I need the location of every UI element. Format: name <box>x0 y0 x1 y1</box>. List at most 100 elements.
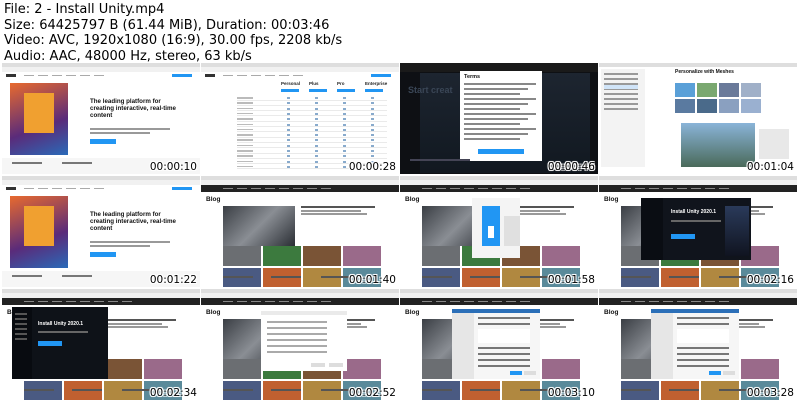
feature-label <box>237 160 253 163</box>
nav-link <box>450 187 460 189</box>
card-title <box>621 389 651 391</box>
row-divider <box>237 120 387 122</box>
feature-check <box>343 134 346 137</box>
feature-check <box>315 134 318 137</box>
thumbnail-content: Personalize with Meshes <box>599 63 797 174</box>
hero-text: Start creat <box>408 85 453 95</box>
installer-art <box>725 206 749 256</box>
blog-image <box>343 246 381 266</box>
row-divider <box>237 104 387 106</box>
hero-headline: The leading platform for creating intera… <box>90 211 176 232</box>
sidebar-item <box>604 78 638 80</box>
feature-check <box>287 97 290 99</box>
nav-link <box>122 300 132 302</box>
feature-check <box>315 165 318 168</box>
nav-link <box>80 187 90 189</box>
blog-image <box>462 381 500 400</box>
feature-check <box>315 97 318 99</box>
timestamp: 00:03:28 <box>746 387 794 399</box>
blog-brand: Blog <box>206 309 221 316</box>
video-thumbnail: Blog 00:01:58 <box>400 176 598 287</box>
nav-link <box>649 300 659 302</box>
plan-button <box>365 89 383 92</box>
setup-sidebar <box>651 313 673 379</box>
nav-link <box>223 74 233 76</box>
terms-line <box>464 123 520 125</box>
nav-link <box>677 187 687 189</box>
unity-logo <box>6 73 16 77</box>
timestamp: 00:02:34 <box>149 387 197 399</box>
thumbnail-content: Start creat Terms <box>400 63 598 174</box>
hero-subtext <box>90 245 150 247</box>
setup-line <box>478 317 530 319</box>
thumbnail-content: Blog <box>400 176 598 287</box>
terms-line <box>464 128 536 130</box>
sidebar-item <box>604 108 638 110</box>
installer-nav <box>15 333 27 335</box>
feature-check <box>343 112 346 115</box>
setup-line <box>677 317 729 319</box>
dialog-line <box>267 345 327 347</box>
video-thumbnail: The leading platform for creating intera… <box>2 176 200 287</box>
feature-check <box>343 97 346 99</box>
nav-link <box>80 74 90 76</box>
feature-label <box>237 102 253 104</box>
blog-image <box>104 381 142 400</box>
row-divider <box>237 115 387 116</box>
setup-line <box>677 365 729 367</box>
nav-link <box>223 187 233 189</box>
nav-link <box>464 187 474 189</box>
nav-link <box>108 300 118 302</box>
nav-link <box>94 74 104 76</box>
terms-dialog <box>460 71 542 161</box>
installer-title: Install Unity 2020.1 <box>38 321 84 327</box>
nav-link <box>265 74 275 76</box>
nav-link <box>237 187 247 189</box>
blog-image <box>741 359 779 379</box>
card-title <box>223 276 253 278</box>
terms-line <box>464 113 536 115</box>
card-title <box>422 276 452 278</box>
nav-link <box>279 300 289 302</box>
feature-check <box>371 112 374 115</box>
setup-line <box>478 347 530 349</box>
setup-line <box>478 365 530 367</box>
feature-label <box>237 123 253 125</box>
row-divider <box>237 157 387 159</box>
setup-line <box>677 359 729 361</box>
blog-image <box>542 359 580 379</box>
installer-sidebar <box>641 198 663 260</box>
setup-list <box>677 329 729 343</box>
blog-image <box>303 246 341 266</box>
hero-subtext <box>90 128 170 130</box>
feature-check <box>315 112 318 115</box>
nav-link <box>38 187 48 189</box>
featured-excerpt <box>102 326 168 328</box>
nav-link <box>691 187 701 189</box>
terms-line <box>464 133 528 135</box>
sidebar-item <box>604 93 638 95</box>
feature-label <box>237 118 253 120</box>
blog-image <box>462 268 500 287</box>
nav-link <box>251 74 261 76</box>
blog-image <box>343 359 381 379</box>
row-divider <box>237 136 387 138</box>
blog-image <box>144 359 182 379</box>
feature-check <box>287 144 290 147</box>
terms-line <box>464 83 536 85</box>
feature-check <box>315 139 318 142</box>
footer-text <box>62 162 92 164</box>
nav-link <box>237 300 247 302</box>
nav-get-started-button <box>371 73 391 77</box>
nav-get-started-button <box>172 73 192 77</box>
nav-link <box>649 187 659 189</box>
setup-sidebar <box>452 313 474 379</box>
blog-image <box>223 359 261 379</box>
blog-image <box>621 268 659 287</box>
video-thumbnail: Personal Plus Pro Enterprise 00:00:28 <box>201 63 399 174</box>
thumbnail-content: Blog <box>400 289 598 400</box>
nav-link <box>450 300 460 302</box>
feature-label <box>237 128 253 131</box>
thumbnail-content: BlogInstall Unity 2020.1 <box>2 289 200 400</box>
hero-character <box>24 93 54 133</box>
